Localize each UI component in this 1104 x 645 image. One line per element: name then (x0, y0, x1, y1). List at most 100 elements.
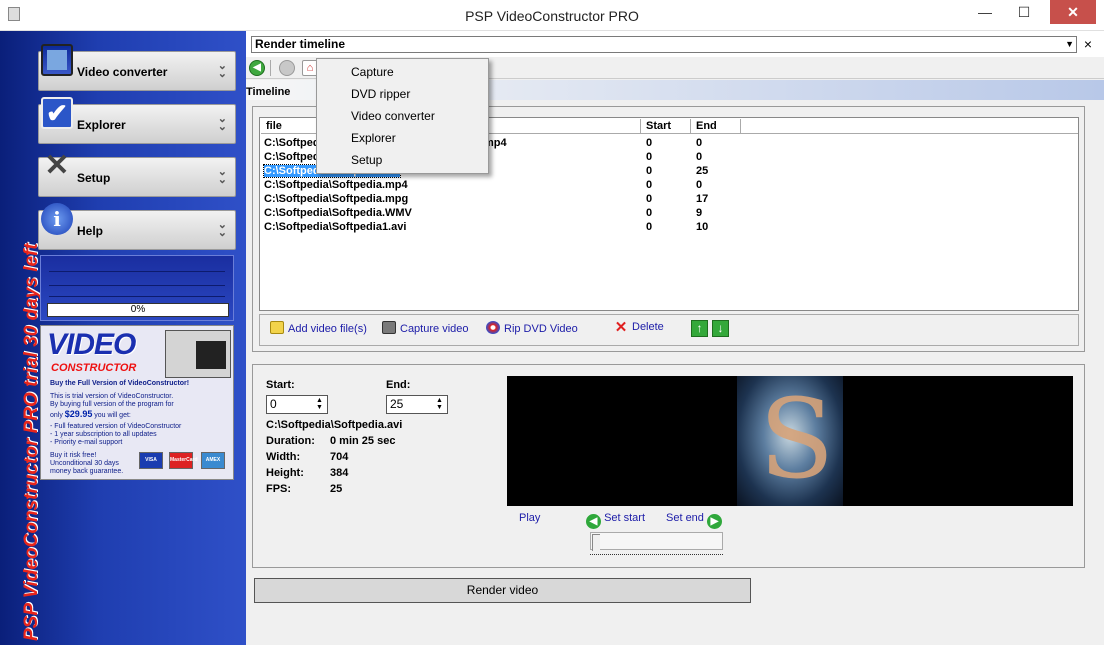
cell-start: 0 (646, 221, 653, 233)
info-icon: i (41, 203, 73, 235)
move-up-icon[interactable]: ↑ (691, 320, 708, 337)
cell-end: 17 (696, 193, 709, 205)
delete-button[interactable]: ✕ Delete (614, 319, 664, 336)
rip-dvd-button[interactable]: Rip DVD Video (486, 321, 578, 335)
checkmark-icon: ✔ (41, 97, 73, 129)
nav-setup[interactable]: ✕ Setup ⌄ ⌄ (38, 150, 236, 197)
cell-end: 0 (696, 137, 703, 149)
maximize-button[interactable]: ☐ (1004, 0, 1044, 24)
start-spinner[interactable]: 0 ▲ ▼ (266, 395, 328, 414)
capture-video-button[interactable]: Capture video (382, 321, 469, 335)
promo-line: money back guarantee. (50, 468, 124, 475)
table-row[interactable]: C:\Softpedia\Softpedia.mpg 0 17 (264, 192, 1064, 206)
render-video-button[interactable]: Render video (254, 578, 751, 603)
set-end-button[interactable]: Set end ▶ (666, 512, 722, 529)
navigation-menu: Capture DVD ripper Video converter Explo… (316, 58, 489, 174)
menu-item-video-converter[interactable]: Video converter (351, 109, 435, 123)
nav-help[interactable]: i Help ⌄ ⌄ (38, 203, 236, 250)
nav-video-converter[interactable]: Video converter ⌄ ⌄ (38, 44, 236, 91)
mastercard-icon: MasterCard (169, 452, 198, 469)
visa-card-icon: VISA (139, 452, 163, 469)
amex-card-icon: AMEX (201, 452, 225, 469)
menu-item-dvd-ripper[interactable]: DVD ripper (351, 87, 410, 101)
height-label: Height: (266, 467, 304, 479)
spinner-arrows-icon[interactable]: ▲ ▼ (313, 397, 326, 412)
cell-start: 0 (646, 179, 653, 191)
position-slider[interactable] (590, 532, 723, 555)
delete-label: Delete (632, 321, 664, 333)
add-files-button[interactable]: Add video file(s) (270, 321, 367, 335)
width-value: 704 (330, 451, 349, 463)
promo-line: - 1 year subscription to all updates (50, 431, 157, 438)
duration-label: Duration: (266, 435, 315, 447)
end-value: 25 (390, 397, 404, 411)
end-spinner[interactable]: 25 ▲ ▼ (386, 395, 448, 414)
chevron-down-icon: ⌄ ⌄ (217, 166, 227, 186)
mode-combobox[interactable]: Render timeline ▼ (251, 36, 1077, 53)
menu-item-capture[interactable]: Capture (351, 65, 394, 79)
promo-line: By buying full version of the program fo… (50, 401, 174, 408)
cell-end: 0 (696, 179, 703, 191)
close-button[interactable]: ✕ (1050, 0, 1096, 24)
progress-panel: 0% (40, 255, 234, 321)
promo-price: $29.95 (64, 409, 93, 419)
camera-icon (382, 321, 396, 334)
menu-item-setup[interactable]: Setup (351, 153, 382, 167)
set-start-button[interactable]: ◀ Set start (586, 512, 645, 529)
cell-start: 0 (646, 151, 653, 163)
slider-thumb[interactable] (592, 534, 600, 551)
promo-banner[interactable]: VIDEO CONSTRUCTOR Buy the Full Version o… (40, 325, 234, 480)
set-start-label: Set start (604, 512, 646, 524)
promo-line: - Priority e-mail support (50, 439, 123, 446)
tab-timeline[interactable]: Timeline (246, 86, 290, 98)
window-title: PSP VideoConstructor PRO (465, 8, 639, 24)
film-icon (41, 44, 73, 76)
column-header-end[interactable]: End (691, 119, 741, 134)
nav-explorer[interactable]: ✔ Explorer ⌄ ⌄ (38, 97, 236, 144)
cell-file: C:\Softpedia\Softpedia1.avi (264, 221, 407, 233)
video-frame: S (737, 376, 843, 506)
close-panel-icon[interactable]: × (1081, 36, 1095, 53)
chevron-down-icon: ⌄ ⌄ (217, 219, 227, 239)
promo-line: This is trial version of VideoConstructo… (50, 393, 174, 400)
combobox-value: Render timeline (255, 37, 346, 51)
promo-line: Unconditional 30 days (50, 460, 119, 467)
duration-value: 0 min 25 sec (330, 435, 396, 447)
dropdown-arrow-icon[interactable]: ▼ (1065, 37, 1074, 52)
add-file-icon (270, 321, 284, 334)
cell-end: 10 (696, 221, 709, 233)
dvd-icon (486, 321, 500, 334)
cell-start: 0 (646, 137, 653, 149)
promo-subtitle: CONSTRUCTOR (51, 362, 137, 374)
cell-start: 0 (646, 207, 653, 219)
trial-banner: PSP VideoConstructor PRO trial 30 days l… (6, 31, 42, 645)
video-preview[interactable]: S (507, 376, 1073, 506)
chevron-down-icon: ⌄ ⌄ (217, 60, 227, 80)
promo-screenshot (165, 330, 231, 378)
delete-icon: ✕ (614, 319, 628, 336)
end-label: End: (386, 379, 411, 391)
tools-icon: ✕ (44, 149, 70, 182)
slider-track (590, 532, 723, 550)
rip-dvd-label: Rip DVD Video (504, 323, 578, 335)
cell-start: 0 (646, 193, 653, 205)
table-row[interactable]: C:\Softpedia\Softpedia.WMV 0 9 (264, 206, 1064, 220)
arrow-left-icon: ◀ (586, 514, 601, 529)
cell-start: 0 (646, 165, 653, 177)
spinner-arrows-icon[interactable]: ▲ ▼ (433, 397, 446, 412)
promo-line: only (50, 412, 63, 419)
menu-item-explorer[interactable]: Explorer (351, 131, 396, 145)
nav-label: Setup (77, 171, 111, 185)
back-icon[interactable]: ◀ (249, 60, 265, 76)
table-row[interactable]: C:\Softpedia\Softpedia1.avi 0 10 (264, 220, 1064, 234)
minimize-button[interactable]: — (968, 0, 1002, 24)
table-row[interactable]: C:\Softpedia\Softpedia.mp4 0 0 (264, 178, 1064, 192)
move-down-icon[interactable]: ↓ (712, 320, 729, 337)
play-button[interactable]: Play (519, 512, 540, 524)
column-header-start[interactable]: Start (641, 119, 691, 134)
start-value: 0 (270, 397, 277, 411)
forward-icon[interactable] (279, 60, 295, 76)
cell-file: C:\Softpedia\Softpedia.mp4 (264, 179, 408, 191)
height-value: 384 (330, 467, 349, 479)
promo-title: VIDEO (47, 328, 136, 361)
